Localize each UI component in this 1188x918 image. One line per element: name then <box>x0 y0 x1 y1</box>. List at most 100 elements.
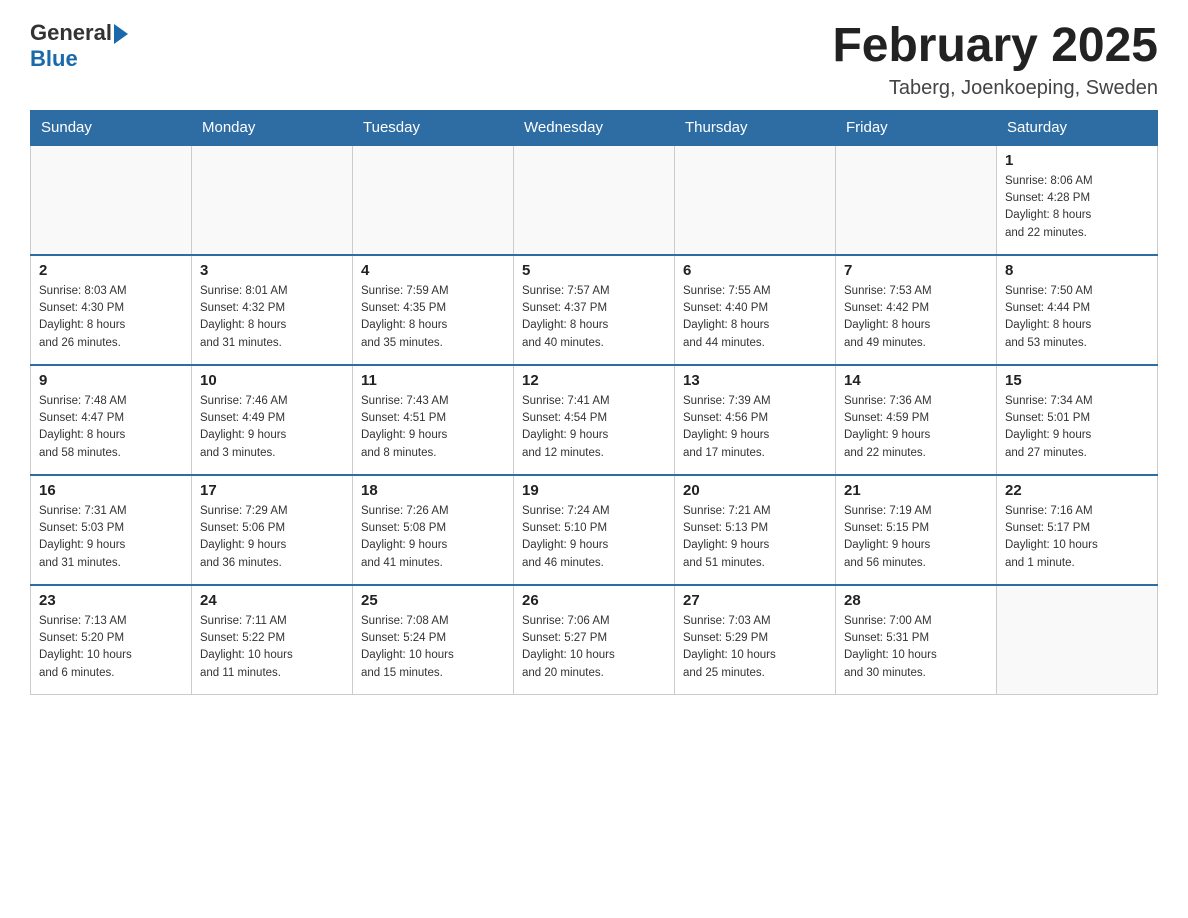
day-info: Sunrise: 7:08 AM Sunset: 5:24 PM Dayligh… <box>361 613 505 682</box>
calendar-cell <box>353 145 514 255</box>
day-number: 3 <box>200 262 344 279</box>
calendar-subtitle: Taberg, Joenkoeping, Sweden <box>832 77 1158 100</box>
calendar-cell: 16 Sunrise: 7:31 AM Sunset: 5:03 PM Dayli… <box>31 475 192 585</box>
day-info: Sunrise: 7:19 AM Sunset: 5:15 PM Dayligh… <box>844 503 988 572</box>
day-number: 27 <box>683 592 827 609</box>
day-info: Sunrise: 7:39 AM Sunset: 4:56 PM Dayligh… <box>683 393 827 462</box>
day-info: Sunrise: 7:06 AM Sunset: 5:27 PM Dayligh… <box>522 613 666 682</box>
day-number: 7 <box>844 262 988 279</box>
title-block: February 2025 Taberg, Joenkoeping, Swede… <box>832 20 1158 100</box>
calendar-cell: 24 Sunrise: 7:11 AM Sunset: 5:22 PM Dayli… <box>192 585 353 695</box>
calendar-cell: 5Sunrise: 7:57 AM Sunset: 4:37 PM Daylig… <box>514 255 675 365</box>
day-info: Sunrise: 7:11 AM Sunset: 5:22 PM Dayligh… <box>200 613 344 682</box>
day-number: 21 <box>844 482 988 499</box>
day-info: Sunrise: 7:16 AM Sunset: 5:17 PM Dayligh… <box>1005 503 1149 572</box>
calendar-cell: 3 Sunrise: 8:01 AM Sunset: 4:32 PM Daylig… <box>192 255 353 365</box>
day-number: 25 <box>361 592 505 609</box>
day-info: Sunrise: 7:36 AM Sunset: 4:59 PM Dayligh… <box>844 393 988 462</box>
calendar-cell: 25 Sunrise: 7:08 AM Sunset: 5:24 PM Dayli… <box>353 585 514 695</box>
calendar-cell: 17 Sunrise: 7:29 AM Sunset: 5:06 PM Dayli… <box>192 475 353 585</box>
column-header-friday: Friday <box>836 110 997 145</box>
calendar-cell: 27 Sunrise: 7:03 AM Sunset: 5:29 PM Dayli… <box>675 585 836 695</box>
calendar-cell: 7 Sunrise: 7:53 AM Sunset: 4:42 PM Daylig… <box>836 255 997 365</box>
day-number: 19 <box>522 482 666 499</box>
logo-text-blue: Blue <box>30 46 128 72</box>
day-number: 26 <box>522 592 666 609</box>
day-info: Sunrise: 7:00 AM Sunset: 5:31 PM Dayligh… <box>844 613 988 682</box>
day-number: 12 <box>522 372 666 389</box>
calendar-cell: 12 Sunrise: 7:41 AM Sunset: 4:54 PM Dayli… <box>514 365 675 475</box>
calendar-cell: 18 Sunrise: 7:26 AM Sunset: 5:08 PM Dayli… <box>353 475 514 585</box>
week-row-2: 2 Sunrise: 8:03 AM Sunset: 4:30 PM Daylig… <box>31 255 1158 365</box>
column-header-sunday: Sunday <box>31 110 192 145</box>
day-info: Sunrise: 7:03 AM Sunset: 5:29 PM Dayligh… <box>683 613 827 682</box>
day-info: Sunrise: 7:34 AM Sunset: 5:01 PM Dayligh… <box>1005 393 1149 462</box>
calendar-title: February 2025 <box>832 20 1158 73</box>
day-number: 10 <box>200 372 344 389</box>
calendar-cell <box>836 145 997 255</box>
day-info: Sunrise: 7:43 AM Sunset: 4:51 PM Dayligh… <box>361 393 505 462</box>
calendar-cell: 15 Sunrise: 7:34 AM Sunset: 5:01 PM Dayli… <box>997 365 1158 475</box>
day-number: 15 <box>1005 372 1149 389</box>
column-header-wednesday: Wednesday <box>514 110 675 145</box>
week-row-3: 9 Sunrise: 7:48 AM Sunset: 4:47 PM Daylig… <box>31 365 1158 475</box>
day-number: 11 <box>361 372 505 389</box>
calendar-cell: 20Sunrise: 7:21 AM Sunset: 5:13 PM Dayli… <box>675 475 836 585</box>
calendar-cell: 14Sunrise: 7:36 AM Sunset: 4:59 PM Dayli… <box>836 365 997 475</box>
week-row-5: 23Sunrise: 7:13 AM Sunset: 5:20 PM Dayli… <box>31 585 1158 695</box>
day-number: 16 <box>39 482 183 499</box>
calendar-cell <box>675 145 836 255</box>
day-info: Sunrise: 7:46 AM Sunset: 4:49 PM Dayligh… <box>200 393 344 462</box>
day-number: 18 <box>361 482 505 499</box>
page-header: General Blue February 2025 Taberg, Joenk… <box>30 20 1158 100</box>
calendar-table: SundayMondayTuesdayWednesdayThursdayFrid… <box>30 110 1158 696</box>
day-number: 28 <box>844 592 988 609</box>
calendar-cell <box>31 145 192 255</box>
day-info: Sunrise: 7:53 AM Sunset: 4:42 PM Dayligh… <box>844 283 988 352</box>
day-number: 23 <box>39 592 183 609</box>
day-info: Sunrise: 7:48 AM Sunset: 4:47 PM Dayligh… <box>39 393 183 462</box>
week-row-1: 1 Sunrise: 8:06 AM Sunset: 4:28 PM Daylig… <box>31 145 1158 255</box>
day-number: 13 <box>683 372 827 389</box>
day-number: 24 <box>200 592 344 609</box>
calendar-cell: 28 Sunrise: 7:00 AM Sunset: 5:31 PM Dayli… <box>836 585 997 695</box>
day-info: Sunrise: 7:31 AM Sunset: 5:03 PM Dayligh… <box>39 503 183 572</box>
calendar-cell: 10 Sunrise: 7:46 AM Sunset: 4:49 PM Dayli… <box>192 365 353 475</box>
day-number: 6 <box>683 262 827 279</box>
day-info: Sunrise: 8:06 AM Sunset: 4:28 PM Dayligh… <box>1005 173 1149 242</box>
week-row-4: 16 Sunrise: 7:31 AM Sunset: 5:03 PM Dayli… <box>31 475 1158 585</box>
day-info: Sunrise: 7:21 AM Sunset: 5:13 PM Dayligh… <box>683 503 827 572</box>
day-number: 5 <box>522 262 666 279</box>
calendar-cell: 9 Sunrise: 7:48 AM Sunset: 4:47 PM Daylig… <box>31 365 192 475</box>
calendar-cell: 4Sunrise: 7:59 AM Sunset: 4:35 PM Daylig… <box>353 255 514 365</box>
day-number: 4 <box>361 262 505 279</box>
day-number: 8 <box>1005 262 1149 279</box>
column-header-tuesday: Tuesday <box>353 110 514 145</box>
day-info: Sunrise: 7:50 AM Sunset: 4:44 PM Dayligh… <box>1005 283 1149 352</box>
calendar-cell: 19 Sunrise: 7:24 AM Sunset: 5:10 PM Dayli… <box>514 475 675 585</box>
calendar-header-row: SundayMondayTuesdayWednesdayThursdayFrid… <box>31 110 1158 145</box>
calendar-cell: 23Sunrise: 7:13 AM Sunset: 5:20 PM Dayli… <box>31 585 192 695</box>
column-header-thursday: Thursday <box>675 110 836 145</box>
day-info: Sunrise: 7:24 AM Sunset: 5:10 PM Dayligh… <box>522 503 666 572</box>
calendar-cell <box>192 145 353 255</box>
calendar-cell: 13 Sunrise: 7:39 AM Sunset: 4:56 PM Dayli… <box>675 365 836 475</box>
day-info: Sunrise: 7:55 AM Sunset: 4:40 PM Dayligh… <box>683 283 827 352</box>
logo: General Blue <box>30 20 128 72</box>
calendar-cell: 22Sunrise: 7:16 AM Sunset: 5:17 PM Dayli… <box>997 475 1158 585</box>
logo-text-general: General <box>30 20 112 46</box>
day-info: Sunrise: 7:29 AM Sunset: 5:06 PM Dayligh… <box>200 503 344 572</box>
day-number: 2 <box>39 262 183 279</box>
day-number: 17 <box>200 482 344 499</box>
calendar-cell: 2 Sunrise: 8:03 AM Sunset: 4:30 PM Daylig… <box>31 255 192 365</box>
day-info: Sunrise: 7:26 AM Sunset: 5:08 PM Dayligh… <box>361 503 505 572</box>
calendar-cell: 6 Sunrise: 7:55 AM Sunset: 4:40 PM Daylig… <box>675 255 836 365</box>
day-info: Sunrise: 8:01 AM Sunset: 4:32 PM Dayligh… <box>200 283 344 352</box>
calendar-cell: 26 Sunrise: 7:06 AM Sunset: 5:27 PM Dayli… <box>514 585 675 695</box>
calendar-cell <box>997 585 1158 695</box>
day-info: Sunrise: 7:41 AM Sunset: 4:54 PM Dayligh… <box>522 393 666 462</box>
day-number: 1 <box>1005 152 1149 169</box>
day-info: Sunrise: 8:03 AM Sunset: 4:30 PM Dayligh… <box>39 283 183 352</box>
day-number: 9 <box>39 372 183 389</box>
column-header-monday: Monday <box>192 110 353 145</box>
